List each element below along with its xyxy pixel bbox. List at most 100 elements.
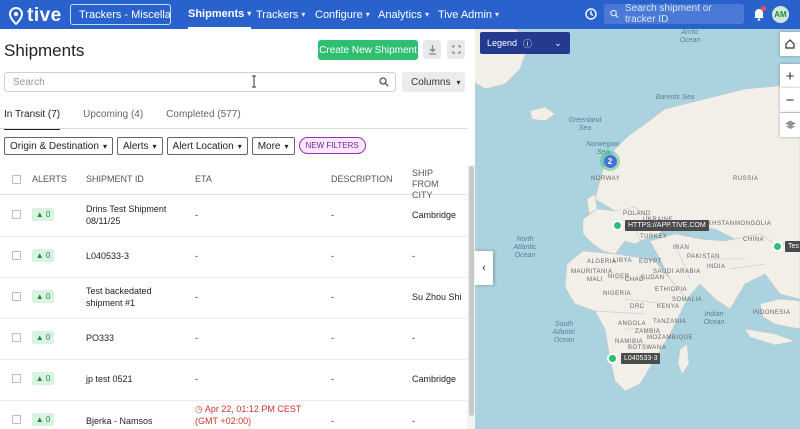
country-label: NIGERIA <box>603 291 632 297</box>
columns-label: Columns <box>411 76 451 88</box>
alert-count-badge: ▲ 0 <box>32 208 54 221</box>
nav-configure[interactable]: Configure ▾ <box>315 0 370 29</box>
shipment-id[interactable]: Bjerka - Namsos <box>86 415 153 427</box>
chevron-down-icon: ▾ <box>152 141 157 151</box>
chevron-down-icon: ▾ <box>456 77 461 87</box>
description: - <box>331 333 334 343</box>
collapse-map-button[interactable]: ‹ <box>475 251 493 285</box>
nav-shipments[interactable]: Shipments ▾ <box>188 0 252 29</box>
country-label: TURKEY <box>640 234 668 240</box>
nav-analytics[interactable]: Analytics ▾ <box>378 0 429 29</box>
header-description[interactable]: DESCRIPTION <box>331 174 393 184</box>
account-selector[interactable]: Trackers - Miscellan <box>70 4 171 25</box>
avatar[interactable]: AM <box>772 6 789 23</box>
shipment-search-input[interactable]: Search <box>4 72 396 92</box>
pin-label[interactable]: Tes <box>785 241 800 252</box>
nav-analytics-label: Analytics <box>378 8 423 21</box>
columns-button[interactable]: Columns ▾ <box>402 72 465 92</box>
shipment-id[interactable]: jp test 0521 <box>86 373 133 385</box>
country-label: KENYA <box>657 304 680 310</box>
tab-in-transit[interactable]: In Transit (7) <box>4 109 61 130</box>
row-checkbox[interactable] <box>12 210 21 219</box>
filter-more[interactable]: More ▾ <box>251 137 295 155</box>
table-row[interactable]: ▲ 0 Bjerka - Namsos ◷ Apr 22, 01:12 PM C… <box>0 401 467 429</box>
table-row[interactable]: ▲ 0 PO333 - - - <box>0 319 467 360</box>
country-label: ALGERIA <box>587 259 617 265</box>
shipment-id[interactable]: PO333 <box>86 332 114 344</box>
table-row[interactable]: ▲ 0 L040533-3 - - - <box>0 237 467 278</box>
country-label: IRAN <box>673 245 690 251</box>
tive-logo[interactable]: tive <box>8 5 62 27</box>
row-checkbox[interactable] <box>12 333 21 342</box>
pin-label[interactable]: HTTPS://APP.TIVE.COM <box>625 220 709 231</box>
global-search-input[interactable]: Search shipment or tracker ID <box>604 3 744 25</box>
pin-label[interactable]: L040533-3 <box>621 353 661 364</box>
scrollbar-thumb[interactable] <box>469 166 474 416</box>
row-checkbox[interactable] <box>12 292 21 301</box>
chevron-down-icon: ▾ <box>237 141 242 151</box>
zoom-out-button[interactable]: − <box>780 88 800 112</box>
country-label: TANZANIA <box>653 319 687 325</box>
ship-from-city: - <box>412 333 415 343</box>
expand-button[interactable] <box>447 40 465 59</box>
select-all-checkbox[interactable] <box>12 175 21 184</box>
page-title: Shipments <box>4 41 85 60</box>
clock-icon: ◷ <box>195 404 203 414</box>
filter-label: Origin & Destination <box>10 140 99 152</box>
zoom-in-button[interactable]: + <box>780 64 800 88</box>
country-label: SAUDI ARABIA <box>653 269 701 275</box>
alert-count-badge: ▲ 0 <box>32 372 54 385</box>
shipment-pin[interactable] <box>607 353 618 364</box>
country-label: NORWAY <box>591 176 621 182</box>
eta: - <box>195 292 198 302</box>
new-filters-button[interactable]: NEW FILTERS <box>298 137 366 154</box>
plus-icon: + <box>785 67 795 85</box>
country-label: INDIA <box>707 264 726 270</box>
shipment-id[interactable]: L040533-3 <box>86 250 129 262</box>
shipment-id[interactable]: Test backedated shipment #1 <box>86 285 186 309</box>
filter-alert-location[interactable]: Alert Location ▾ <box>166 137 248 155</box>
create-shipment-button[interactable]: Create New Shipment <box>318 40 418 60</box>
shipment-id[interactable]: Drins Test Shipment 08/11/25 <box>86 203 186 227</box>
row-checkbox[interactable] <box>12 374 21 383</box>
account-selector-label: Trackers - Miscellan <box>79 8 171 21</box>
table-row[interactable]: ▲ 0 Test backedated shipment #1 - - Su Z… <box>0 278 467 319</box>
header-shipment-id[interactable]: SHIPMENT ID <box>86 174 144 184</box>
triangle-icon: ▲ <box>35 210 44 219</box>
filter-origin-destination[interactable]: Origin & Destination ▾ <box>4 137 113 155</box>
alert-count: 0 <box>45 374 51 383</box>
shipment-tabs: In Transit (7) Upcoming (4) Completed (5… <box>4 109 264 130</box>
history-icon[interactable] <box>584 7 598 21</box>
table-row[interactable]: ▲ 0 Drins Test Shipment 08/11/25 - - Cam… <box>0 196 467 237</box>
triangle-icon: ▲ <box>35 292 44 301</box>
chevron-down-icon: ▾ <box>102 141 107 151</box>
download-button[interactable] <box>423 40 441 59</box>
tab-upcoming[interactable]: Upcoming (4) <box>83 109 143 130</box>
location-pin-icon <box>8 7 24 25</box>
alert-count-badge: ▲ 0 <box>32 331 54 344</box>
cluster-marker[interactable]: 2 <box>600 151 620 171</box>
country-label: MOZAMBIQUE <box>647 335 694 341</box>
tab-completed[interactable]: Completed (577) <box>166 109 240 130</box>
row-checkbox[interactable] <box>12 415 21 424</box>
nav-tive-admin[interactable]: Tive Admin ▾ <box>438 0 499 29</box>
shipment-pin[interactable] <box>612 220 623 231</box>
expand-icon <box>451 45 461 54</box>
nav-trackers[interactable]: Trackers ▾ <box>256 0 305 29</box>
header-alerts[interactable]: ALERTS <box>32 174 67 184</box>
legend-button[interactable]: Legend ⓘ ⌄ <box>480 32 570 54</box>
chevron-down-icon: ▾ <box>284 141 289 151</box>
alert-count-badge: ▲ 0 <box>32 249 54 262</box>
ocean-label: North Atlantic Ocean <box>513 236 537 259</box>
home-button[interactable] <box>780 32 800 56</box>
map-view[interactable]: North Atlantic Ocean South Atlantic Ocea… <box>475 29 800 429</box>
country-label: MONGOLIA <box>735 221 772 227</box>
filter-alerts[interactable]: Alerts ▾ <box>116 137 163 155</box>
table-header: ALERTS SHIPMENT ID ETA DESCRIPTION SHIP … <box>0 165 467 200</box>
table-row[interactable]: ▲ 0 jp test 0521 - - Cambridge <box>0 360 467 401</box>
layers-button[interactable] <box>780 113 800 137</box>
header-eta[interactable]: ETA <box>195 174 212 184</box>
ocean-label: Barents Sea <box>655 94 695 101</box>
row-checkbox[interactable] <box>12 251 21 260</box>
shipment-pin[interactable] <box>772 241 783 252</box>
